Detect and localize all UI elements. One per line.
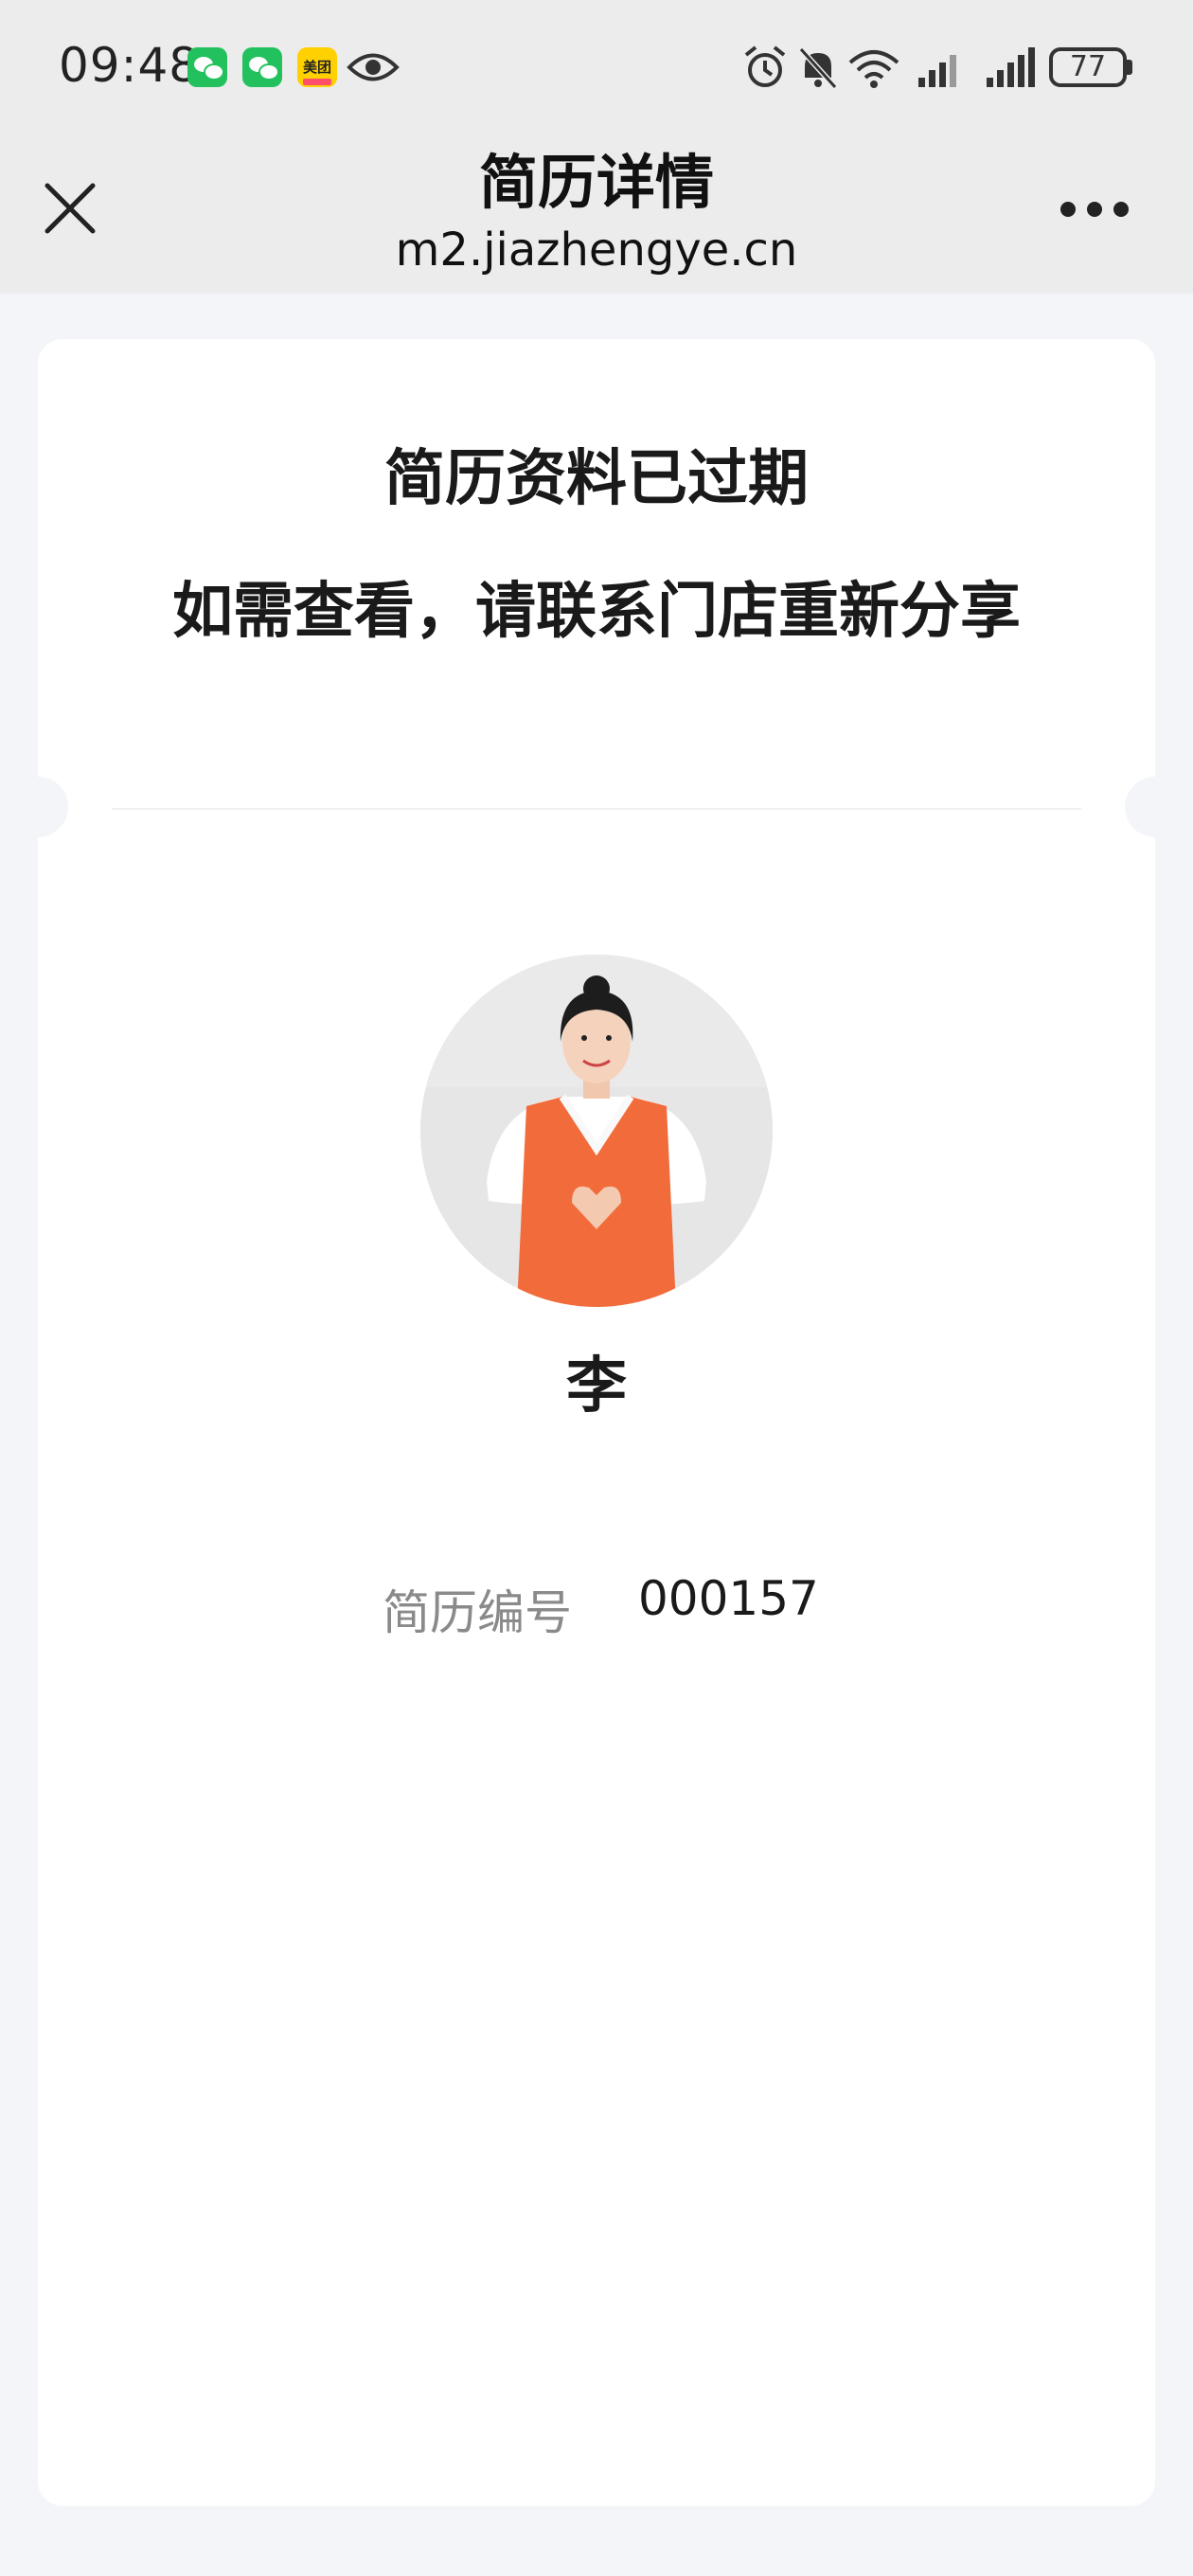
signal-icon [987,47,1035,87]
candidate-name: 李 [566,1351,627,1422]
wechat-icon [187,47,227,87]
mute-bell-icon [798,46,838,90]
alarm-icon [744,45,786,87]
signal-icon [918,55,956,87]
resume-number-label: 简历编号 [383,1585,572,1640]
page-url: m2.jiazhengye.cn [395,224,798,277]
wifi-6-icon [848,50,899,88]
card-divider [112,808,1081,810]
status-time: 09:48 [59,38,201,93]
meituan-icon: 美团 [297,47,337,87]
battery-tip [1127,60,1132,75]
battery-icon: 77 [1049,47,1127,87]
wechat-icon [242,47,282,87]
card-notch-right [1125,777,1185,837]
meituan-icon-label: 美团 [302,59,331,76]
avatar [420,955,773,1307]
eye-icon [347,53,400,81]
card-notch-left [8,777,68,837]
more-dots-icon[interactable] [1057,195,1132,222]
page-title: 简历详情 [478,148,714,217]
expired-message: 简历资料已过期 [384,444,809,514]
resume-number-value: 000157 [638,1571,819,1626]
expired-hint: 如需查看，请联系门店重新分享 [172,577,1021,647]
